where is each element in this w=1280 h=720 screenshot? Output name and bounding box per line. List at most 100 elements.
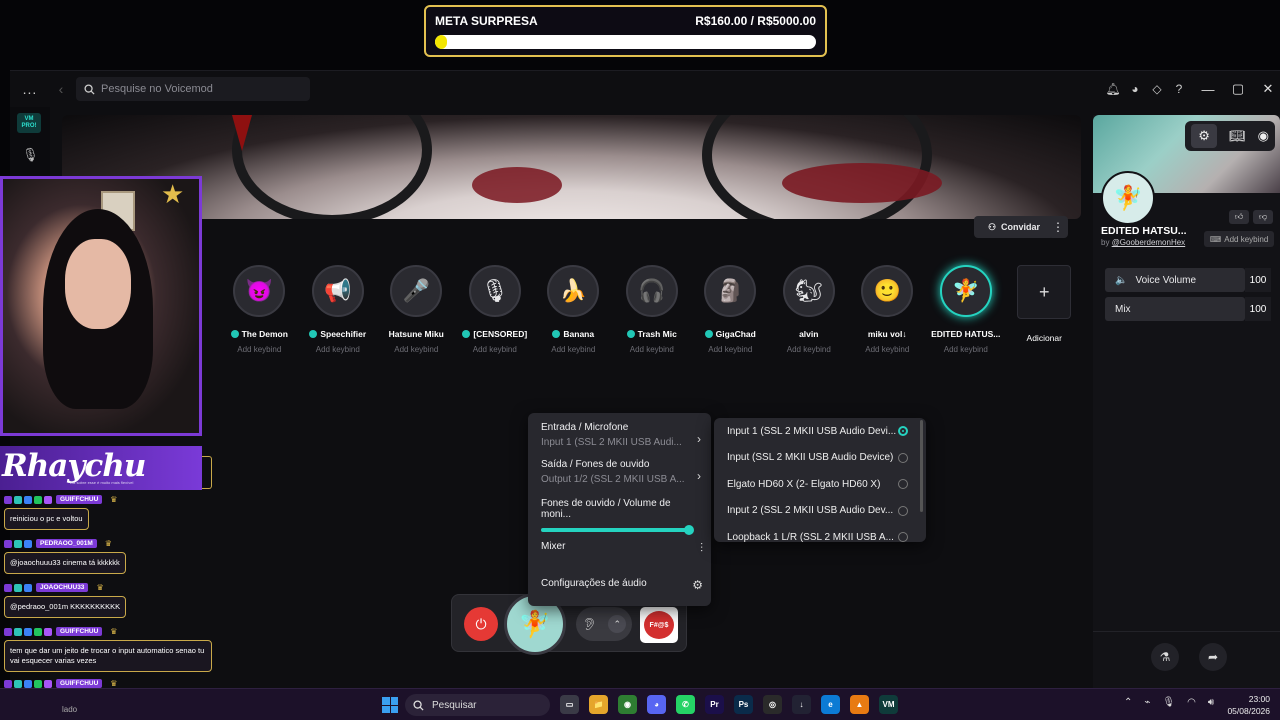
flask-icon[interactable]: ⚗ [1151,643,1179,671]
minimize-icon[interactable]: — [1196,78,1220,100]
premiere-icon[interactable]: Pr [705,695,724,714]
hear-myself-toggle[interactable]: 👂︎ ⌃ [576,607,632,641]
help-icon[interactable]: ? [1168,78,1190,100]
radio-button[interactable] [898,505,908,516]
input-device-option[interactable]: Input (SSL 2 MKII USB Audio Device) [714,445,926,472]
add-keybind-link[interactable]: Add keybind [316,345,360,354]
invite-button[interactable]: ⚇ Convidar [974,216,1054,238]
add-keybind-link[interactable]: Add keybind [630,345,674,354]
add-keybind-link[interactable]: Add keybind [865,345,909,354]
chevron-up-icon[interactable]: ⌃ [608,615,627,633]
audio-settings-item[interactable]: Configurações de áudio ⚙︎ [541,578,703,592]
voice-tile[interactable]: 🙂 miku vol↓ Add keybind [848,265,927,354]
add-keybind-link[interactable]: Add keybind [473,345,517,354]
add-keybind-link[interactable]: Add keybind [551,345,595,354]
voice-volume-slider[interactable]: 🔈 Voice Volume 100 [1105,268,1271,292]
radio-button[interactable] [898,426,908,437]
tag-icon[interactable]: ◇ [1146,78,1168,100]
chat-message: GUIFFCHUU ♛ reiniciou o pc e voltou [4,494,117,530]
microphone-icon[interactable]: 🎙︎ [22,147,39,163]
voice-tile[interactable]: 📢 Speechifier Add keybind [299,265,378,354]
add-keybind-link[interactable]: Add keybind [787,345,831,354]
maximize-icon[interactable]: ▢ [1226,78,1250,100]
input-device-option[interactable]: Elgato HD60 X (2- Elgato HD60 X) [714,471,926,498]
monitor-volume-slider[interactable] [541,525,694,535]
windows-start-icon[interactable] [382,697,398,713]
vlc-icon[interactable]: ▲ [850,695,869,714]
voice-tile[interactable]: 🗿 GigaChad Add keybind [691,265,770,354]
taskbar-search[interactable]: Pesquisar [405,694,550,716]
slider-knob[interactable] [684,525,694,535]
input-device-option[interactable]: Input 1 (SSL 2 MKII USB Audio Devi... [714,418,926,445]
author-link[interactable]: @GooberdemonHex [1112,238,1186,247]
input-device-item[interactable]: Entrada / Microfone Input 1 (SSL 2 MKII … [541,422,703,448]
voice-tile[interactable]: 🍌 Banana Add keybind [534,265,613,354]
obs-icon[interactable]: ◎ [763,695,782,714]
mic-icon[interactable]: 🎙︎ [1162,697,1175,708]
mix-slider[interactable]: Mix 100 [1105,297,1271,321]
discord-icon[interactable]: ◕ [647,695,666,714]
record-icon[interactable]: ◉ [1258,128,1269,144]
chat-text: @joaochuuu33 cinema tá kkkkkk [4,552,126,574]
mix-value[interactable]: 100 [1245,297,1271,321]
clock[interactable]: 23:00 05/08/2026 [1226,693,1270,717]
plus-icon[interactable]: + [1017,265,1072,319]
photoshop-icon[interactable]: Ps [734,695,753,714]
add-keybind-link[interactable]: Add keybind [237,345,281,354]
chrome-icon[interactable]: ◉ [618,695,637,714]
soundboard-button[interactable]: F#@$ [640,607,678,643]
chat-text: @pedraoo_001m KKKKKKKKKK [4,596,127,618]
voice-tile[interactable]: 🎙 [CENSORED] Add keybind [456,265,535,354]
voice-tile[interactable]: 🎧 Trash Mic Add keybind [613,265,692,354]
voicemod-app-icon[interactable]: VM [879,695,898,714]
add-keybind-link[interactable]: Add keybind [708,345,752,354]
book-icon[interactable]: 📖︎ [1229,128,1246,144]
voice-tile[interactable]: 🐿 alvin Add keybind [770,265,849,354]
voice-tile[interactable]: 🧚 EDITED HATUS... Add keybind [927,265,1006,354]
radio-button[interactable] [898,479,908,490]
task-view-icon[interactable]: ▭ [560,695,579,714]
voicemod-pro-logo[interactable]: VM PRO! [17,113,41,133]
whatsapp-icon[interactable]: ✆ [676,695,695,714]
search-input[interactable] [101,83,291,95]
voice-changer-power-button[interactable]: ⏻ [464,607,498,641]
radio-button[interactable] [898,452,908,463]
file-explorer-icon[interactable]: 📁 [589,695,608,714]
voicemod-icon[interactable]: ↓ [792,695,811,714]
chevron-up-icon[interactable]: ⌃ [1124,697,1132,708]
add-keybind-button[interactable]: ⌨ Add keybind [1204,231,1274,247]
thumbs-down-icon[interactable]: 👎︎ [1253,210,1273,224]
keyboard-icon: ⌨ [1209,234,1222,244]
edge-icon[interactable]: e [821,695,840,714]
discord-icon[interactable]: ◕ [1124,78,1146,100]
close-icon[interactable]: ✕ [1256,78,1280,100]
add-voice-label: Adicionar [1026,333,1062,343]
input-device-option[interactable]: Loopback 1 L/R (SSL 2 MKII USB A... [714,524,926,542]
voice-avatar: 🍌 [547,265,600,317]
voice-tile[interactable]: 😈 The Demon Add keybind [220,265,299,354]
add-keybind-link[interactable]: Add keybind [944,345,988,354]
menu-button[interactable]: ... [10,81,50,97]
radio-button[interactable] [898,532,908,542]
share-icon[interactable]: ➦ [1199,643,1227,671]
mixer-item[interactable]: Mixer ⫶ [541,541,703,555]
mixer-icon: ⫶ [699,541,703,555]
user-plus-icon: ⚇ [987,221,997,232]
thumbs-up-icon[interactable]: 👍︎ [1229,210,1249,224]
input-device-option[interactable]: Input 2 (SSL 2 MKII USB Audio Dev... [714,498,926,525]
voice-volume-value[interactable]: 100 [1245,268,1271,292]
more-options-button[interactable]: ⋮ [1048,216,1068,238]
windows-taskbar: lado Pesquisar ▭ 📁 ◉ ◕ ✆ Pr Ps ◎ ↓ e ▲ VM ⌃ ⌁ 🎙︎ ◠ … [0,688,1280,720]
voice-volume-label: Voice Volume [1135,274,1197,286]
voice-tile[interactable]: 🎤 Hatsune Miku Add keybind [377,265,456,354]
add-voice-tile[interactable]: + Adicionar [1005,265,1084,354]
back-arrow-icon[interactable]: ‹ [50,81,72,97]
wifi-icon[interactable]: ◠ [1187,697,1196,708]
network-icon[interactable]: ⌁ [1144,697,1150,708]
volume-icon[interactable]: 🔊︎ [1208,697,1214,708]
bell-icon[interactable]: 🔔︎ [1102,78,1124,100]
add-keybind-link[interactable]: Add keybind [394,345,438,354]
sliders-icon[interactable]: ⚙︎ [1191,124,1218,148]
search-bar[interactable] [76,77,310,101]
output-device-item[interactable]: Saída / Fones de ouvido Output 1/2 (SSL … [541,459,703,485]
